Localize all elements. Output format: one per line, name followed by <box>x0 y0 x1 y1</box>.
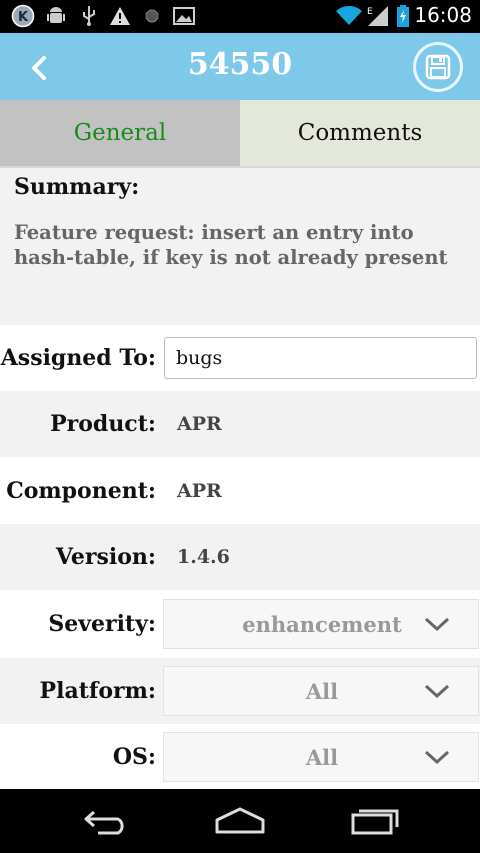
tab-general[interactable]: General <box>0 100 240 166</box>
summary-text: Feature request: insert an entry into ha… <box>14 221 448 269</box>
version-row: Version: 1.4.6 <box>0 524 480 590</box>
page-title: 54550 <box>187 47 293 82</box>
component-value: APR <box>177 480 222 502</box>
component-label: Component: <box>6 478 156 504</box>
clock: 16:08 <box>414 3 472 27</box>
os-label: OS: <box>112 744 156 770</box>
svg-text:K: K <box>18 10 29 25</box>
android-debug-icon <box>44 5 68 27</box>
floppy-disk-icon <box>425 54 451 80</box>
system-nav-bar <box>0 789 480 853</box>
image-icon <box>172 5 196 27</box>
recent-apps-icon <box>351 809 399 835</box>
component-row: Component: APR <box>0 458 480 524</box>
chevron-down-icon <box>424 617 450 631</box>
platform-label: Platform: <box>39 678 156 704</box>
tab-comments[interactable]: Comments <box>240 100 480 166</box>
k-app-icon: K <box>10 4 36 28</box>
summary-label: Summary: <box>14 174 140 200</box>
assigned-to-label: Assigned To: <box>0 345 156 371</box>
version-label: Version: <box>55 544 156 570</box>
battery-charging-icon <box>394 5 412 27</box>
home-nav-icon <box>215 807 265 834</box>
severity-select[interactable]: enhancement <box>163 599 479 649</box>
chevron-down-icon <box>424 684 450 698</box>
recent-apps-button[interactable] <box>350 806 400 840</box>
os-select[interactable]: All <box>163 732 479 782</box>
platform-select[interactable]: All <box>163 666 479 716</box>
usb-icon <box>78 5 100 27</box>
product-value: APR <box>177 413 222 435</box>
back-nav-icon <box>84 810 124 835</box>
record-dot-icon <box>143 5 161 27</box>
product-row: Product: APR <box>0 391 480 457</box>
tab-bar: General Comments <box>0 100 480 166</box>
summary-section: Summary: Feature request: insert an entr… <box>0 168 480 325</box>
chevron-down-icon <box>424 750 450 764</box>
status-bar: K E 16:08 <box>0 0 480 33</box>
version-value: 1.4.6 <box>177 546 230 568</box>
signal-icon: E <box>366 5 390 27</box>
save-button[interactable] <box>413 42 463 92</box>
product-label: Product: <box>50 411 156 437</box>
svg-text:E: E <box>367 7 373 17</box>
home-nav-button[interactable] <box>214 806 266 840</box>
severity-label: Severity: <box>48 611 156 637</box>
warning-icon <box>108 5 132 27</box>
assigned-to-input[interactable]: bugs <box>164 337 477 379</box>
back-nav-button[interactable] <box>82 806 130 840</box>
action-bar: 54550 <box>0 33 480 100</box>
wifi-icon <box>334 5 364 27</box>
